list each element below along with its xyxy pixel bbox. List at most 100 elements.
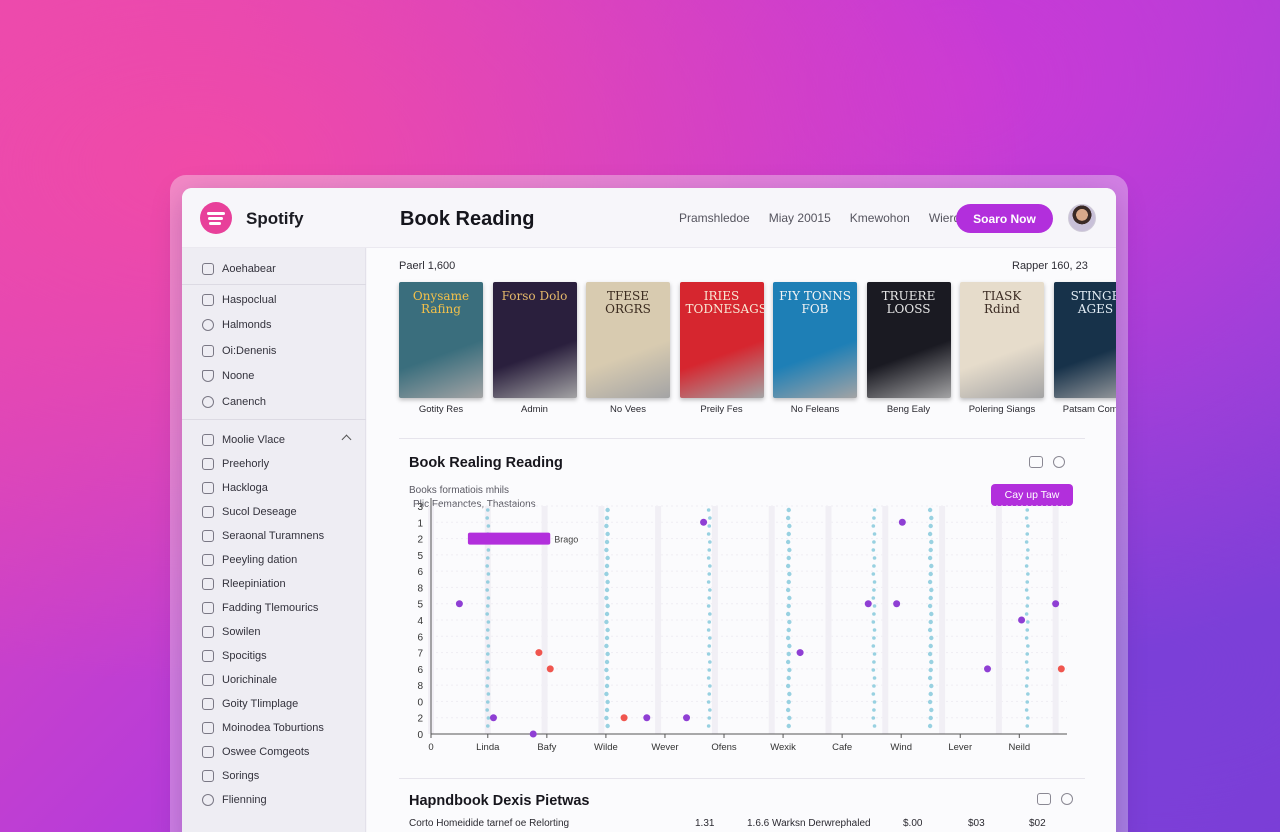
folder-icon [202,434,214,446]
data-point [928,715,933,721]
book-card[interactable]: Forso Dolo Admin [492,282,577,415]
book-card[interactable]: STINGE AGES Patsam Comea [1053,282,1116,415]
sidebar-item[interactable]: Goity Tlimplage [202,698,298,710]
data-point [529,730,537,738]
data-point [984,665,991,673]
book-card[interactable]: IRIES TODNESAGS Preily Fes [679,282,764,415]
data-point [1024,516,1029,520]
book-cover[interactable]: TFESE ORGRS [586,282,670,398]
data-point [1026,716,1030,720]
data-point [485,516,489,520]
book-cover[interactable]: FIY TONNS FOB [773,282,857,398]
book-cover[interactable]: STINGE AGES [1053,282,1116,398]
sidebar-item[interactable]: Spocitigs [202,650,267,662]
data-point [872,660,876,664]
data-point [872,676,877,680]
data-point [535,649,543,657]
nav-link[interactable]: Kmewohon [850,211,910,225]
data-point [928,643,933,649]
book-card[interactable]: TFESE ORGRS No Vees [586,282,670,415]
data-point [604,515,610,521]
spotify-logo-icon[interactable] [200,202,232,234]
settings-icon[interactable] [1053,456,1065,468]
book-card[interactable]: FIY TONNS FOB No Feleans [773,282,857,415]
data-point [927,507,933,513]
doc-icon [202,722,214,734]
data-point [927,699,933,705]
sidebar-item[interactable]: Fadding Tlemourics [202,602,318,614]
book-cover[interactable]: Forso Dolo [492,282,577,398]
settings-icon[interactable] [1061,793,1073,805]
data-point [929,563,934,569]
data-point [871,716,876,720]
data-point [927,723,933,729]
sidebar-item[interactable]: Noone [202,370,254,382]
y-tick-label: 0 [417,730,423,741]
data-point [927,555,933,561]
data-point [604,691,609,697]
sidebar-item[interactable]: Sucol Deseage [202,506,297,518]
sidebar-item[interactable]: Flienning [202,794,267,806]
sidebar-item[interactable]: Haspoclual [202,294,276,306]
data-point [604,643,609,649]
chevron-up-icon[interactable] [341,434,352,445]
data-point [605,555,610,561]
data-point [893,600,901,608]
data-point [1026,572,1030,576]
data-point [485,676,490,680]
data-point [871,692,876,696]
sidebar-item[interactable]: Preehorly [202,458,269,470]
book-card[interactable]: Onysame Rafing Gotity Res [399,282,483,415]
avatar[interactable] [1068,204,1096,232]
cta-button[interactable]: Soaro Now [956,204,1053,233]
data-point [1052,600,1060,608]
book-cover[interactable]: Onysame Rafing [399,282,483,398]
doc-icon [202,626,214,638]
sidebar-item[interactable]: Halmonds [202,319,272,331]
nav-link[interactable]: Miay 20015 [769,211,831,225]
book-cover[interactable]: IRIES TODNESAGS [679,282,764,398]
sidebar-item-label: Fadding Tlemourics [222,602,319,614]
data-point [1025,700,1030,704]
book-card[interactable]: TIASK Rdind Polering Siangs [960,282,1044,415]
data-point [1025,628,1030,632]
book-cover-text: STINGE AGES [1070,289,1116,316]
export-icon[interactable] [1037,793,1051,805]
sidebar-item[interactable]: Hackloga [202,482,268,494]
sidebar-item[interactable]: Moinodea Toburtions [202,722,324,734]
sidebar-item[interactable]: Peeyling dation [202,554,297,566]
sidebar-item-label: Oi:Denenis [222,345,277,357]
sidebar-item[interactable]: Canench [202,396,266,408]
data-point [871,548,876,552]
export-icon[interactable] [1029,456,1043,468]
book-cover[interactable]: TRUERE LOOSS [866,282,951,398]
data-point [927,531,933,537]
doc-icon [202,698,214,710]
data-point [1024,540,1029,544]
book-card[interactable]: TRUERE LOOSS Beng Ealy [866,282,951,415]
book-title: Patsam Comea [1062,404,1116,415]
sidebar-section-header[interactable]: Moolie Vlace [202,434,285,446]
data-point [785,563,791,569]
x-tick-label: Ofens [711,742,737,753]
data-point [707,524,712,528]
sidebar-item-label: Flienning [222,794,267,806]
data-point [929,539,934,545]
sidebar-item[interactable]: Uorichinale [202,674,277,686]
data-point [786,579,791,585]
sidebar-item[interactable]: Sorings [202,770,259,782]
sidebar-item[interactable]: Seraonal Turamnens [202,530,324,542]
data-point [707,572,712,576]
data-point [928,571,933,577]
sidebar-item[interactable]: Sowilen [202,626,261,638]
nav-link[interactable]: Pramshledoe [679,211,750,225]
sidebar-item-library[interactable]: Aoehabear [202,263,276,275]
data-point [604,547,609,553]
book-cover[interactable]: TIASK Rdind [960,282,1044,398]
sidebar-item[interactable]: Oi:Denenis [202,345,276,357]
sidebar-item[interactable]: Oswee Comgeots [202,746,309,758]
sidebar-item[interactable]: Rleepiniation [202,578,286,590]
data-point [786,675,791,681]
doc-icon [202,578,214,590]
x-tick-label: 0 [428,742,433,753]
